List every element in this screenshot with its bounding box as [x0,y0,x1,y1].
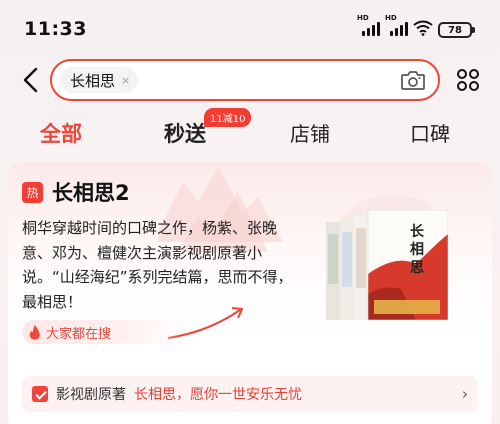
trending-tag[interactable]: 大家都在搜 [22,320,180,344]
clear-query-icon[interactable]: × [121,74,130,87]
status-bar: 11:33 HD HD 78 [0,0,500,56]
trending-label: 大家都在搜 [46,326,112,342]
search-input[interactable]: 长相思 × [50,59,440,101]
clock: 11:33 [24,18,87,40]
hd-label-2: HD [385,14,397,22]
bookmark-check-icon [32,386,48,402]
related-info-row[interactable]: 影视剧原著 长相思，愿你一世安乐无忧 › [22,376,478,412]
tab-shop[interactable]: 店铺 [290,118,330,147]
svg-text:思: 思 [410,260,424,276]
tab-seckill[interactable]: 秒送 [164,118,206,148]
tab-all[interactable]: 全部 [40,118,82,148]
search-query-chip[interactable]: 长相思 × [60,67,139,93]
signal-icon-1 [362,22,380,36]
wifi-icon [413,20,433,36]
chevron-right-icon[interactable]: › [462,385,468,403]
seckill-badge: 11减10 [204,108,252,127]
related-link-text[interactable]: 长相思，愿你一世安乐无忧 [134,384,302,404]
result-description: 桐华穿越时间的口碑之作，杨紫、张晚意、邓为、檀健次主演影视剧原著小说。“山经海纪… [22,219,293,311]
related-label: 影视剧原著 [56,387,126,403]
tab-reviews[interactable]: 口碑 [410,118,450,147]
search-result-card[interactable]: 热 长相思2 桐华穿越时间的口碑之作，杨紫、张晚意、邓为、檀健次主演影视剧原著小… [8,162,492,424]
result-title[interactable]: 长相思2 [52,177,130,207]
hot-tag-icon: 热 [22,182,43,203]
svg-text:相: 相 [410,241,424,258]
signal-icon-2 [390,22,408,36]
flame-icon [29,325,40,340]
back-arrow-icon[interactable] [20,66,42,94]
battery-level: 78 [448,24,462,36]
search-query-text: 长相思 [70,71,116,90]
book-cover-image[interactable]: 长 相 思 [306,204,448,324]
result-tabs: 全部 秒送 店铺 口碑 [0,118,500,154]
battery-icon: 78 [438,22,475,38]
svg-text:长: 长 [410,223,425,240]
grid-menu-icon[interactable] [456,68,480,92]
camera-icon[interactable] [400,69,426,91]
hd-label-1: HD [357,14,369,22]
trending-arrow-icon [168,307,243,339]
